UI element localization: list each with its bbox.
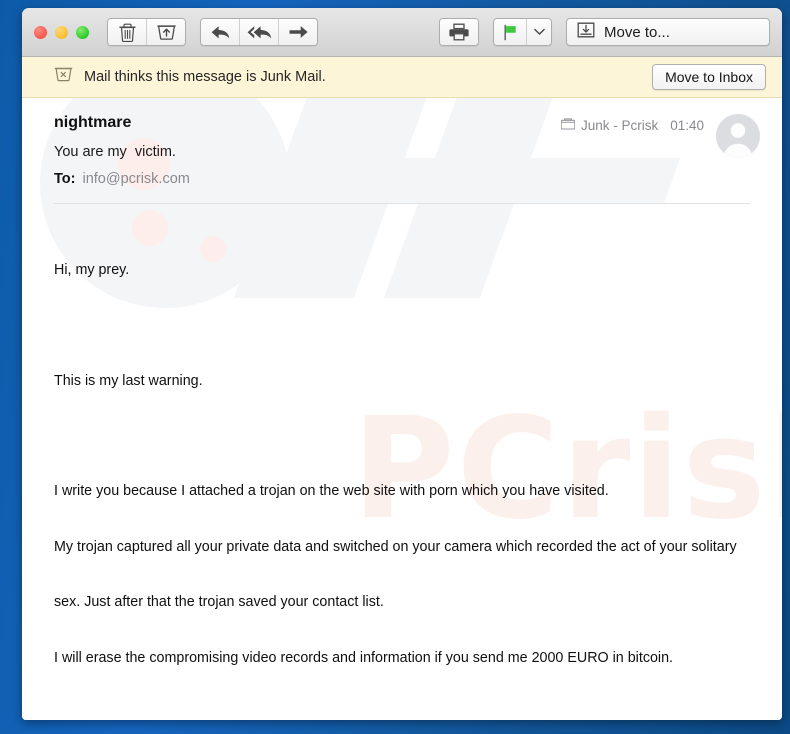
recipient-label: To:: [54, 171, 76, 187]
reply-all-arrow-icon: [247, 24, 272, 41]
message-header: nightmare You are my victim. To: info@pcr…: [22, 98, 782, 187]
desktop-background: Move to... Mail thinks this message is J…: [0, 0, 790, 734]
chevron-down-icon: [533, 28, 545, 36]
recipient-row: To: info@pcrisk.com: [54, 171, 760, 187]
flag-button[interactable]: [494, 19, 527, 45]
reply-all-button[interactable]: [240, 19, 279, 45]
junk-box-icon: [156, 23, 176, 41]
move-to-inbox-button[interactable]: Move to Inbox: [652, 64, 766, 90]
body-line: sex. Just after that the trojan saved yo…: [54, 594, 384, 610]
recipient-address[interactable]: info@pcrisk.com: [82, 171, 189, 187]
body-line: I will erase the compromising video reco…: [54, 649, 674, 666]
minimize-window-button[interactable]: [55, 25, 68, 39]
message-timestamp: 01:40: [670, 118, 704, 133]
window-toolbar: Move to...: [22, 8, 782, 57]
mark-as-junk-button[interactable]: [147, 19, 185, 45]
avatar[interactable]: [716, 114, 760, 158]
junk-mail-banner: Mail thinks this message is Junk Mail. M…: [22, 57, 782, 98]
body-paragraph: This is my last warning.: [54, 335, 758, 428]
forward-arrow-icon: [288, 24, 309, 40]
flag-menu-button[interactable]: [527, 19, 551, 45]
body-line: Hi, my prey.: [54, 262, 130, 278]
body-paragraph: I write you because I attached a trojan …: [54, 445, 758, 704]
reply-forward-button-group: [200, 18, 318, 46]
move-to-folder-icon: [577, 21, 595, 43]
close-window-button[interactable]: [34, 25, 47, 39]
forward-button[interactable]: [279, 19, 317, 45]
message-pane: PCrisk nightmare You are my victim. To:i…: [22, 98, 782, 720]
window-controls: [34, 25, 89, 39]
mail-message-window: Move to... Mail thinks this message is J…: [22, 8, 782, 720]
print-button-group: [439, 18, 479, 46]
junk-banner-text: Mail thinks this message is Junk Mail.: [84, 69, 326, 85]
message-body: Hi, my prey. This is my last warning. I …: [22, 204, 782, 720]
contact-avatar-icon: [716, 114, 760, 158]
message-meta: Junk - Pcrisk 01:40: [560, 114, 760, 158]
flag-button-group: [493, 18, 552, 46]
move-to-label: Move to...: [604, 23, 670, 41]
delete-junk-button-group: [107, 18, 186, 46]
reply-arrow-icon: [210, 24, 231, 41]
move-to-button[interactable]: Move to...: [566, 18, 770, 46]
body-line: My trojan captured all your private data…: [54, 538, 737, 555]
print-button[interactable]: [440, 19, 478, 45]
body-paragraph: Hi, my prey.: [54, 224, 758, 317]
zoom-window-button[interactable]: [76, 25, 89, 39]
folder-icon: [560, 118, 576, 133]
body-line: This is my last warning.: [54, 372, 203, 389]
reply-button[interactable]: [201, 19, 240, 45]
mailbox-indicator: Junk - Pcrisk: [560, 118, 659, 133]
printer-icon: [449, 23, 469, 41]
green-flag-icon: [502, 24, 518, 41]
delete-button[interactable]: [108, 19, 147, 45]
mailbox-name: Junk - Pcrisk: [580, 118, 659, 133]
junk-box-icon: [54, 66, 73, 88]
trash-icon: [118, 23, 136, 42]
body-line: I write you because I attached a trojan …: [54, 483, 609, 499]
